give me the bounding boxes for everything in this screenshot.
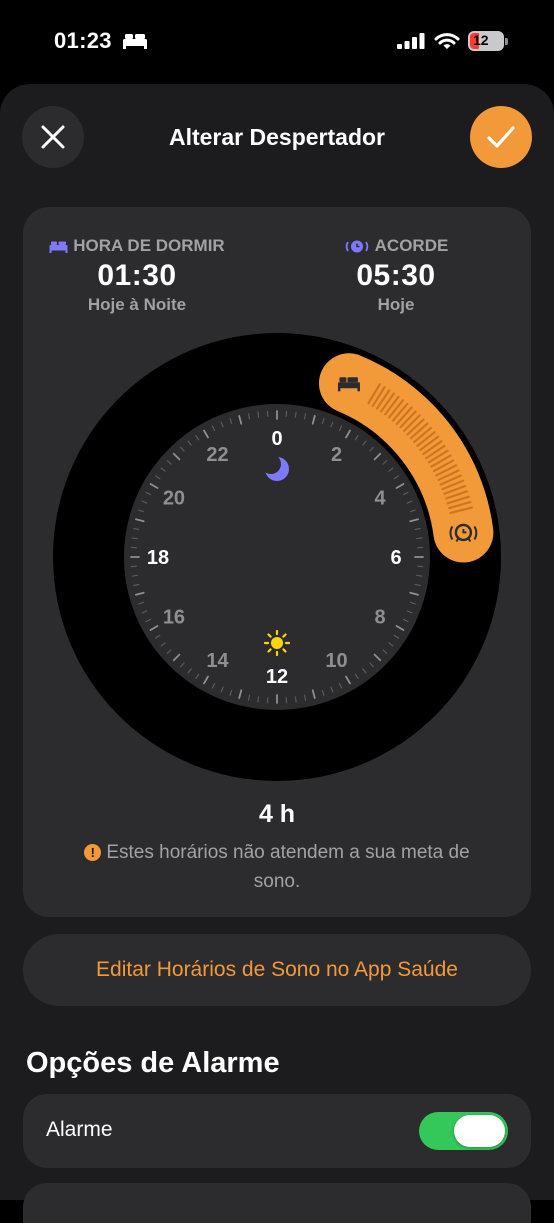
bedtime-label: HORA DE DORMIR [73, 236, 224, 256]
clock-hour-label: 6 [390, 547, 401, 569]
clock-hour-label: 4 [374, 488, 386, 510]
next-option-row[interactable] [23, 1183, 531, 1223]
clock-hour-label: 8 [374, 607, 385, 629]
clock-tick [295, 412, 296, 417]
alarm-toggle-knob [454, 1115, 505, 1147]
clock-tick [295, 697, 296, 702]
status-time: 01:23 [54, 28, 112, 54]
confirm-button[interactable] [470, 106, 532, 168]
sleep-goal-warning: ! Estes horários não atendem a sua meta d… [62, 838, 492, 896]
clock-hour-label: 20 [163, 488, 185, 510]
cellular-signal-icon [397, 33, 425, 49]
alarm-toggle[interactable] [419, 1112, 508, 1150]
bedtime-day: Hoje à Noite [12, 295, 262, 315]
clock-tick [258, 697, 259, 702]
clock-tick [132, 538, 137, 539]
bedtime-time: 01:30 [12, 259, 262, 293]
clock-hour-label: 16 [163, 607, 185, 629]
clock-hour-label: 0 [271, 428, 282, 450]
bed-icon [122, 32, 148, 50]
clock-hour-label: 22 [206, 444, 228, 466]
alarm-row: Alarme [23, 1094, 531, 1168]
clock-hour-label: 14 [206, 650, 229, 672]
bed-icon [49, 240, 68, 253]
wifi-icon [434, 32, 460, 50]
edit-in-health-app-button[interactable]: Editar Horários de Sono no App Saúde [23, 934, 531, 1006]
wake-day: Hoje [271, 295, 521, 315]
checkmark-icon [486, 124, 516, 150]
clock-hour-label: 18 [147, 547, 169, 569]
sleep-clock-dial[interactable]: 0 2 4 6 8 10 12 14 16 18 20 22 [52, 332, 502, 782]
battery-nub [505, 38, 508, 45]
wake-display[interactable]: ACORDE 05:30 Hoje [271, 236, 521, 315]
bedtime-display[interactable]: HORA DE DORMIR 01:30 Hoje à Noite [12, 236, 262, 315]
wake-time: 05:30 [271, 259, 521, 293]
battery-level: 12 [473, 32, 489, 48]
battery-icon: 12 [468, 31, 504, 51]
sun-icon [265, 631, 289, 655]
clock-tick [417, 538, 422, 539]
wake-label: ACORDE [375, 236, 449, 256]
status-bar: 01:23 12 [0, 0, 554, 84]
alarm-label: Alarme [46, 1118, 113, 1142]
sleep-duration: 4 h [0, 800, 554, 829]
alarm-icon [344, 238, 370, 254]
clock-tick [417, 575, 422, 576]
warning-text: Estes horários não atendem a sua meta de… [106, 842, 469, 892]
clock-hour-label: 10 [325, 650, 347, 672]
warning-icon: ! [84, 844, 101, 861]
clock-hour-label: 2 [331, 444, 342, 466]
clock-tick [258, 412, 259, 417]
alarm-options-title: Opções de Alarme [26, 1047, 280, 1080]
clock-tick [132, 575, 137, 576]
clock-hour-label: 12 [266, 666, 288, 688]
